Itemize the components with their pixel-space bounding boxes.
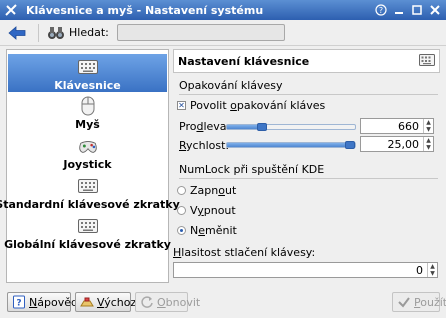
sidebar-item-label: Standardní klávesové zkratky [0,198,180,211]
spin-down-icon[interactable]: ▼ [424,126,433,133]
keyboard-global-shortcuts-icon [77,216,98,236]
reset-icon [140,295,154,309]
numlock-radio-on[interactable] [177,186,186,195]
mouse-icon [78,96,98,116]
delay-slider[interactable] [226,123,356,131]
binoculars-icon [47,25,65,41]
sidebar-item-label: Myš [75,118,100,131]
maximize-icon[interactable] [410,3,424,17]
delay-spinbox[interactable]: 660 ▲ ▼ [360,118,434,134]
delay-slider-handle[interactable] [257,123,267,131]
svg-text:?: ? [379,6,383,15]
help-button[interactable]: ? Nápověda [7,292,85,312]
repeat-group-title: Opakování klávesy [179,79,283,92]
sidebar-item-standard-shortcuts[interactable]: Standardní klávesové zkratky [0,174,180,212]
keyboard-icon [419,54,435,68]
spin-down-icon[interactable]: ▼ [424,144,433,151]
svg-text:?: ? [16,299,21,309]
joystick-icon [78,136,98,156]
defaults-button-label: Výchozí [97,295,140,309]
delay-value: 660 [398,119,419,133]
apply-button[interactable]: Použít [392,292,446,312]
defaults-icon [80,295,94,309]
title-bar: Klávesnice a myš - Nastavení systému ? [0,0,446,20]
sidebar-item-label: Globální klávesové zkratky [4,238,171,251]
repeat-enable-label[interactable]: Povolit opakování kláves [190,99,325,112]
toolbar: Hledat: [0,20,446,46]
spin-up-icon[interactable]: ▲ [424,137,433,144]
volume-spinbox[interactable]: 0 ▲ ▼ [173,262,438,278]
help-icon: ? [12,295,26,309]
back-button[interactable] [6,23,28,43]
sidebar-item-global-shortcuts[interactable]: Globální klávesové zkratky [4,214,171,252]
repeat-enable-checkbox[interactable]: ✕ [177,101,186,110]
numlock-option-on[interactable]: Zapnout [190,184,236,197]
numlock-option-unchanged[interactable]: Neměnit [190,224,237,237]
close-icon[interactable] [428,3,442,17]
spin-up-icon[interactable]: ▲ [424,119,433,126]
numlock-radio-unchanged[interactable] [177,226,186,235]
rate-slider-fill [227,143,350,147]
rate-value: 25,00 [387,137,420,151]
rate-label: Rychlost: [179,139,230,152]
sidebar: Klávesnice Myš Joystick Standardní kláve… [0,49,180,283]
checkmark-icon [397,295,411,309]
panel-title: Nastavení klávesnice [178,54,310,68]
group-separator [179,94,438,95]
window-title: Klávesnice a myš - Nastavení systému [26,3,264,17]
reset-button[interactable]: Obnovit [135,292,200,312]
delay-label: Prodleva: [179,120,231,133]
panel-header: Nastavení klávesnice [173,49,440,73]
rate-slider[interactable] [226,141,356,149]
numlock-option-off[interactable]: Vypnout [190,204,236,217]
rate-slider-handle[interactable] [345,141,355,149]
search-label: Hledat: [69,26,109,39]
keyboard-shortcuts-icon [77,176,98,196]
sidebar-item-joystick[interactable]: Joystick [8,134,167,172]
minimize-icon[interactable] [392,3,406,17]
group-separator [179,178,438,179]
numlock-group-title: NumLock při spuštění KDE [179,163,325,176]
sidebar-item-label: Joystick [63,158,112,171]
sidebar-item-keyboard[interactable]: Klávesnice [8,54,167,92]
sidebar-item-label: Klávesnice [54,79,121,92]
apply-button-label: Použít [414,295,446,309]
numlock-radio-off[interactable] [177,206,186,215]
sidebar-item-mouse[interactable]: Myš [8,94,167,132]
help-titlebar-icon[interactable]: ? [374,3,388,17]
toolbar-separator [38,23,39,42]
app-icon[interactable] [4,3,18,17]
keyboard-icon [77,57,98,77]
reset-button-label: Obnovit [157,295,201,309]
spin-up-icon[interactable]: ▲ [428,263,437,270]
volume-label: Hlasitost stlačení klávesy: [173,246,316,259]
search-input[interactable] [116,24,285,41]
volume-value: 0 [416,263,423,277]
spin-down-icon[interactable]: ▼ [428,270,437,277]
defaults-button[interactable]: Výchozí [75,292,139,312]
rate-spinbox[interactable]: 25,00 ▲ ▼ [360,136,434,152]
